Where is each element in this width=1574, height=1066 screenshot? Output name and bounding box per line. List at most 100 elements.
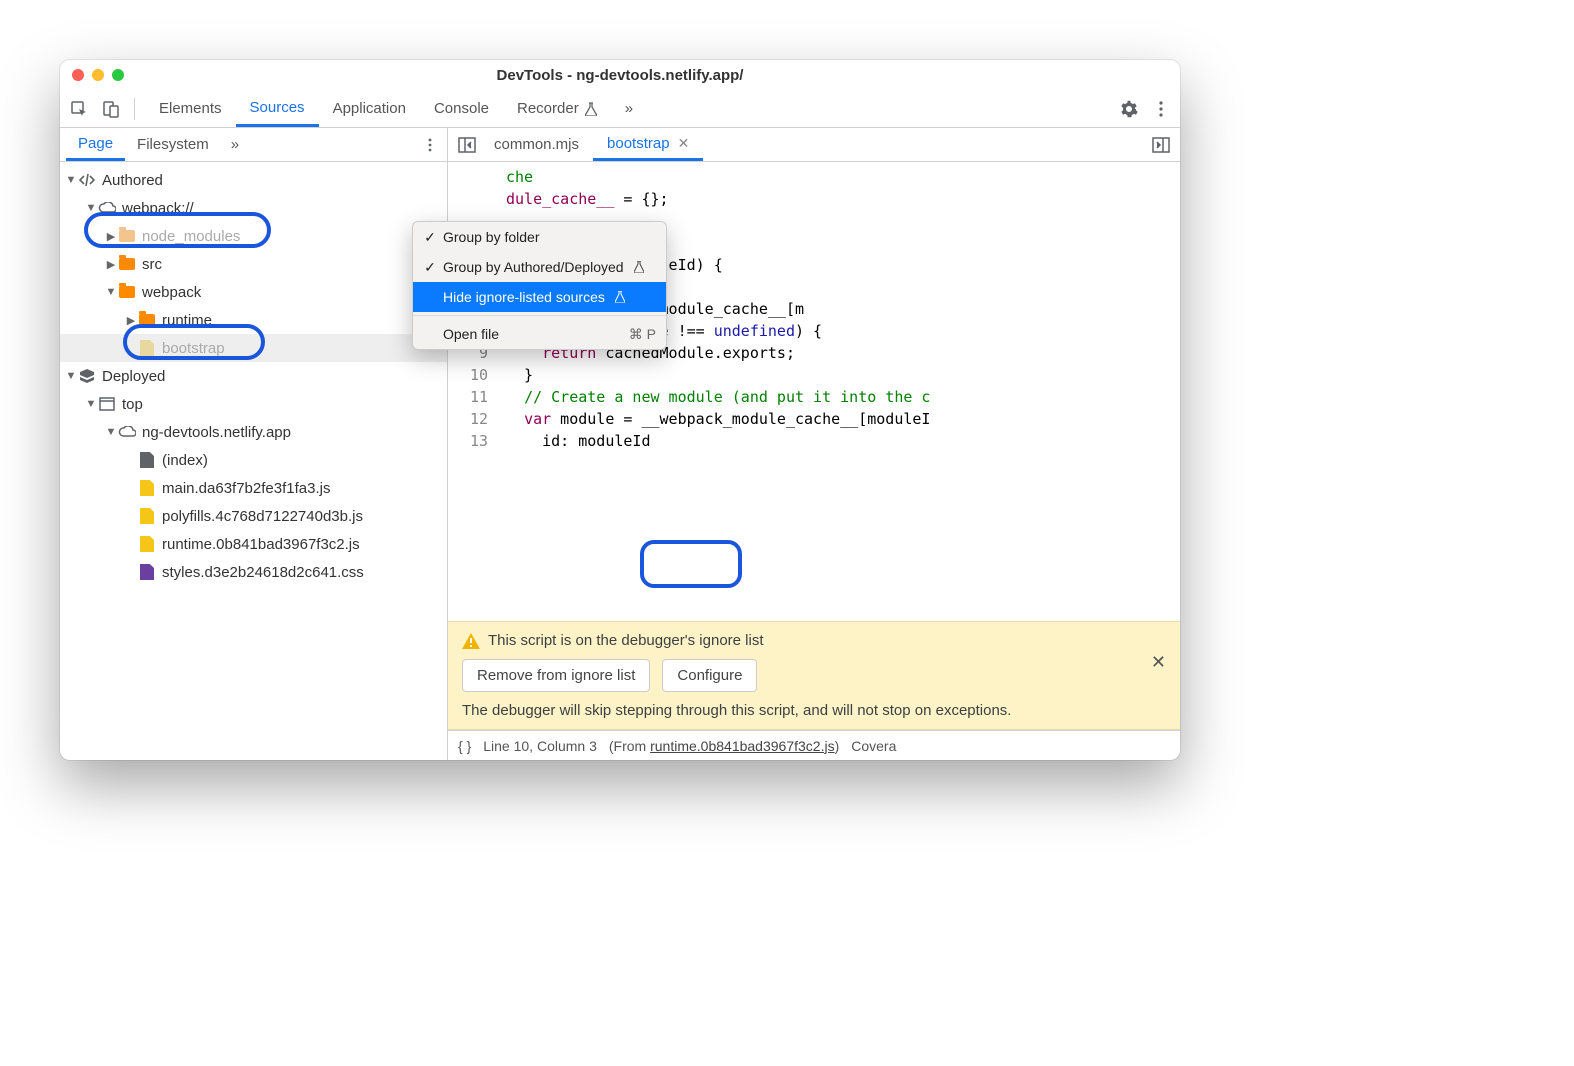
titlebar: DevTools - ng-devtools.netlify.app/: [60, 60, 1180, 90]
file-icon: [138, 451, 156, 469]
tab-filesystem[interactable]: Filesystem: [125, 128, 221, 161]
tree-host[interactable]: ▼ ng-devtools.netlify.app: [60, 418, 447, 446]
menu-group-by-authored[interactable]: ✓ Group by Authored/Deployed: [413, 252, 666, 282]
close-tab-icon[interactable]: ✕: [678, 135, 690, 152]
tree-label: webpack://: [122, 200, 194, 217]
chevron-down-icon: ▼: [104, 286, 118, 298]
chevron-right-icon: ▶: [104, 230, 118, 243]
gear-icon[interactable]: [1116, 96, 1142, 122]
cloud-icon: [98, 199, 116, 217]
file-icon: [138, 339, 156, 357]
tree-bootstrap[interactable]: bootstrap: [60, 334, 447, 362]
main-toolbar: Elements Sources Application Console Rec…: [60, 90, 1180, 128]
tree-file-index[interactable]: (index): [60, 446, 447, 474]
cursor-position: Line 10, Column 3: [483, 738, 597, 754]
source-link[interactable]: runtime.0b841bad3967f3c2.js: [650, 738, 834, 754]
navigator-context-menu: ✓ Group by folder ✓ Group by Authored/De…: [412, 221, 667, 350]
tab-recorder[interactable]: Recorder: [503, 90, 611, 127]
tree-file-runtime[interactable]: runtime.0b841bad3967f3c2.js: [60, 530, 447, 558]
frame-icon: [98, 395, 116, 413]
chevron-right-icon: ▶: [124, 314, 138, 327]
device-toolbar-icon[interactable]: [98, 96, 124, 122]
tree-authored[interactable]: ▼ Authored: [60, 166, 447, 194]
navigator-tabs: Page Filesystem »: [60, 128, 447, 162]
tree-label: bootstrap: [162, 340, 225, 357]
file-tree: ▼ Authored ▼ webpack:// ▶ node_modules ▶: [60, 162, 447, 760]
window-title: DevTools - ng-devtools.netlify.app/: [60, 67, 1180, 84]
chevron-down-icon: ▼: [84, 398, 98, 410]
warning-icon: [462, 633, 480, 649]
menu-open-file[interactable]: Open file ⌘ P: [413, 319, 666, 349]
devtools-window: DevTools - ng-devtools.netlify.app/ Elem…: [60, 60, 1180, 760]
tree-src[interactable]: ▶ src: [60, 250, 447, 278]
tree-webpack-folder[interactable]: ▼ webpack: [60, 278, 447, 306]
editor-tab-common[interactable]: common.mjs: [480, 128, 593, 161]
deployed-icon: [78, 367, 96, 385]
chevron-down-icon: ▼: [104, 426, 118, 438]
tree-label: runtime.0b841bad3967f3c2.js: [162, 536, 360, 553]
tab-sources[interactable]: Sources: [236, 90, 319, 127]
file-icon: [138, 563, 156, 581]
tree-top[interactable]: ▼ top: [60, 390, 447, 418]
tree-label: styles.d3e2b24618d2c641.css: [162, 564, 364, 581]
banner-description: The debugger will skip stepping through …: [462, 702, 1166, 719]
toggle-navigator-icon[interactable]: [454, 132, 480, 158]
tab-console[interactable]: Console: [420, 90, 503, 127]
check-icon: ✓: [423, 259, 437, 276]
inspect-element-icon[interactable]: [66, 96, 92, 122]
ignore-list-banner: This script is on the debugger's ignore …: [448, 621, 1180, 730]
file-icon: [138, 507, 156, 525]
tab-elements[interactable]: Elements: [145, 90, 236, 127]
folder-icon: [118, 255, 136, 273]
tree-label: runtime: [162, 312, 212, 329]
tree-label: ng-devtools.netlify.app: [142, 424, 291, 441]
tab-application[interactable]: Application: [319, 90, 420, 127]
kebab-menu-icon[interactable]: [1148, 96, 1174, 122]
cloud-icon: [118, 423, 136, 441]
configure-button[interactable]: Configure: [662, 659, 757, 692]
folder-icon: [118, 283, 136, 301]
tree-label: node_modules: [142, 228, 240, 245]
editor-tab-bootstrap[interactable]: bootstrap ✕: [593, 128, 703, 161]
tree-file-polyfills[interactable]: polyfills.4c768d7122740d3b.js: [60, 502, 447, 530]
pretty-print-icon[interactable]: { }: [458, 738, 471, 754]
file-icon: [138, 535, 156, 553]
remove-from-ignore-button[interactable]: Remove from ignore list: [462, 659, 650, 692]
menu-hide-ignore-listed[interactable]: Hide ignore-listed sources: [413, 282, 666, 312]
check-icon: ✓: [423, 229, 437, 246]
banner-title: This script is on the debugger's ignore …: [488, 632, 764, 649]
editor-tabs: common.mjs bootstrap ✕: [448, 128, 1180, 162]
menu-group-by-folder[interactable]: ✓ Group by folder: [413, 222, 666, 252]
tree-file-styles[interactable]: styles.d3e2b24618d2c641.css: [60, 558, 447, 586]
chevron-down-icon: ▼: [64, 370, 78, 382]
chevron-right-icon: ▶: [104, 258, 118, 271]
tree-label: polyfills.4c768d7122740d3b.js: [162, 508, 363, 525]
toggle-debugger-icon[interactable]: [1148, 132, 1174, 158]
tree-node-modules[interactable]: ▶ node_modules: [60, 222, 447, 250]
close-banner-icon[interactable]: ✕: [1151, 652, 1166, 673]
tree-label: webpack: [142, 284, 201, 301]
flask-icon: [615, 291, 625, 303]
tree-file-main[interactable]: main.da63f7b2fe3f1fa3.js: [60, 474, 447, 502]
tab-page[interactable]: Page: [66, 128, 125, 161]
navigator-pane: Page Filesystem » ▼ Authored ▼ webpack:/…: [60, 128, 448, 760]
code-icon: [78, 171, 96, 189]
panel-tabs: Elements Sources Application Console Rec…: [145, 90, 647, 127]
folder-icon: [138, 311, 156, 329]
tree-runtime[interactable]: ▶ runtime: [60, 306, 447, 334]
tree-deployed[interactable]: ▼ Deployed: [60, 362, 447, 390]
chevron-down-icon: ▼: [84, 202, 98, 214]
coverage-label: Covera: [851, 738, 896, 754]
more-navigator-tabs-icon[interactable]: »: [221, 136, 249, 153]
file-icon: [138, 479, 156, 497]
navigator-menu-icon[interactable]: [413, 138, 447, 152]
flask-icon: [634, 261, 644, 273]
source-mapped-from: (From runtime.0b841bad3967f3c2.js): [609, 738, 839, 754]
flask-icon: [585, 102, 597, 116]
tree-label: main.da63f7b2fe3f1fa3.js: [162, 480, 330, 497]
more-tabs-icon[interactable]: »: [611, 90, 647, 127]
folder-icon: [118, 227, 136, 245]
tree-webpack[interactable]: ▼ webpack://: [60, 194, 447, 222]
tree-label: (index): [162, 452, 208, 469]
tree-label: src: [142, 256, 162, 273]
